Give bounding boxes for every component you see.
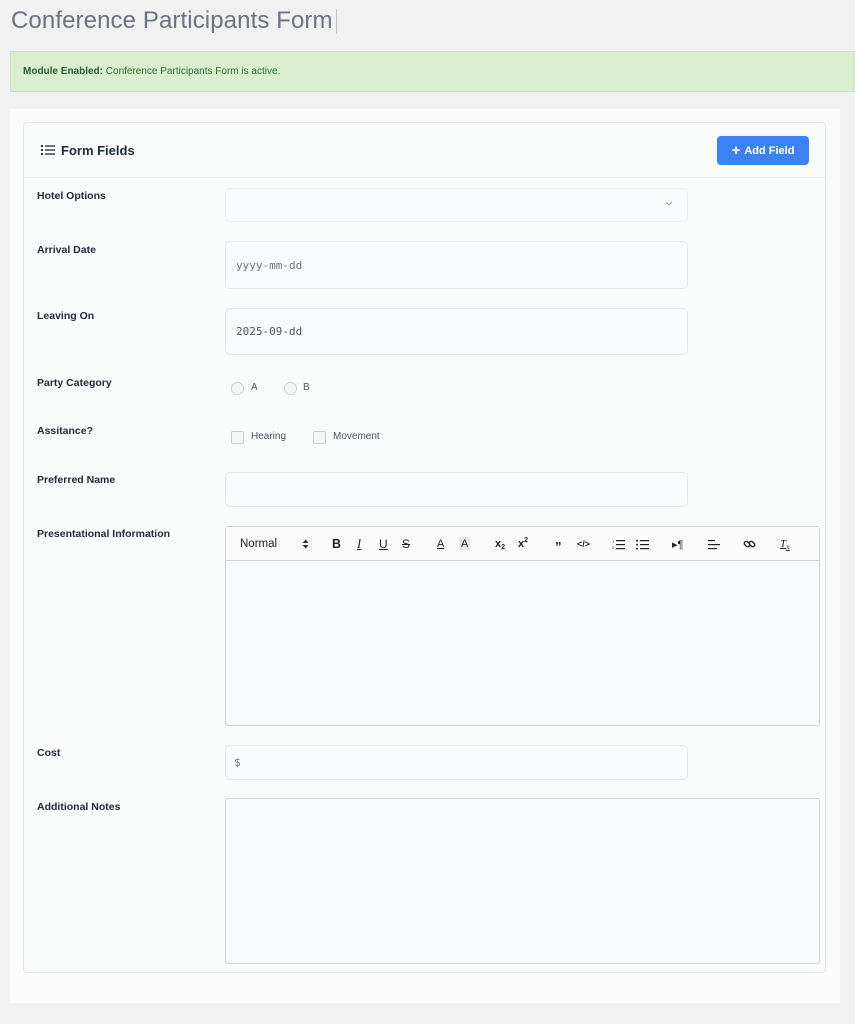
chevron-down-icon <box>665 201 673 206</box>
currency-prefix: $ <box>234 756 241 769</box>
bullet-list-icon[interactable] <box>636 535 649 553</box>
additional-notes-textarea[interactable] <box>225 798 820 964</box>
module-alert: Module Enabled: Conference Participants … <box>10 51 855 92</box>
leaving-on-label: Leaving On <box>37 310 95 322</box>
alert-message: Conference Participants Form is active. <box>105 66 281 77</box>
list-icon <box>41 145 55 155</box>
code-icon[interactable]: </> <box>577 535 590 553</box>
card-title: Form Fields <box>61 143 135 158</box>
blockquote-icon[interactable]: ” <box>555 537 562 555</box>
page-title: Conference Participants Form <box>11 7 333 34</box>
additional-notes-label: Additional Notes <box>37 801 121 813</box>
underline-icon[interactable]: U <box>379 535 388 553</box>
assistance-movement-label: Movement <box>333 431 380 442</box>
assistance-hearing-checkbox[interactable] <box>231 431 244 444</box>
party-category-option-b: B <box>303 382 310 393</box>
party-category-radio-a[interactable] <box>231 382 244 395</box>
superscript-icon[interactable]: x2 <box>518 535 528 553</box>
alert-label: Module Enabled: <box>23 66 103 77</box>
editor-toolbar: Normal B I U S A A x2 x2 ” </> 12 ▸¶ Tx <box>226 527 819 561</box>
format-select-arrows-icon[interactable] <box>302 535 309 553</box>
add-field-label: Add Field <box>744 144 795 157</box>
ordered-list-icon[interactable]: 12 <box>612 535 625 553</box>
party-category-option-a: A <box>251 382 258 393</box>
text-color-icon[interactable]: A <box>437 535 444 553</box>
preferred-name-label: Preferred Name <box>37 474 116 486</box>
party-category-label: Party Category <box>37 377 112 389</box>
align-icon[interactable] <box>708 535 720 553</box>
cost-label: Cost <box>37 747 61 759</box>
background-color-icon[interactable]: A <box>459 537 471 550</box>
arrival-date-placeholder: yyyy-mm-dd <box>236 258 303 272</box>
card-header: Form Fields + Add Field <box>24 123 825 178</box>
arrival-date-label: Arrival Date <box>37 244 96 256</box>
assistance-hearing-label: Hearing <box>251 431 287 442</box>
link-icon[interactable] <box>743 535 756 553</box>
bold-icon[interactable]: B <box>332 535 341 553</box>
italic-icon[interactable]: I <box>357 535 361 553</box>
clear-format-icon[interactable]: Tx <box>780 535 790 553</box>
leaving-on-input[interactable]: 2025-09-dd <box>225 308 688 355</box>
title-divider <box>336 9 337 34</box>
subscript-icon[interactable]: x2 <box>495 535 505 553</box>
strikethrough-icon[interactable]: S <box>402 535 410 553</box>
preferred-name-input[interactable] <box>225 472 688 507</box>
cost-input[interactable]: $ <box>225 745 688 780</box>
assistance-label: Assitance? <box>37 425 94 437</box>
party-category-radio-b[interactable] <box>284 382 297 395</box>
add-field-button[interactable]: + Add Field <box>717 136 809 165</box>
hotel-options-label: Hotel Options <box>37 190 106 202</box>
presentational-info-editor: Normal B I U S A A x2 x2 ” </> 12 ▸¶ Tx <box>225 526 820 726</box>
leaving-on-value: 2025-09-dd <box>236 325 303 338</box>
plus-icon: + <box>731 142 741 159</box>
presentational-info-label: Presentational Information <box>37 528 171 540</box>
hotel-options-select[interactable] <box>225 188 688 222</box>
arrival-date-input[interactable]: yyyy-mm-dd <box>225 241 688 289</box>
svg-text:2: 2 <box>612 545 615 550</box>
assistance-movement-checkbox[interactable] <box>313 431 326 444</box>
format-select[interactable]: Normal <box>240 535 277 553</box>
text-direction-icon[interactable]: ▸¶ <box>672 535 683 553</box>
svg-text:1: 1 <box>612 539 615 544</box>
